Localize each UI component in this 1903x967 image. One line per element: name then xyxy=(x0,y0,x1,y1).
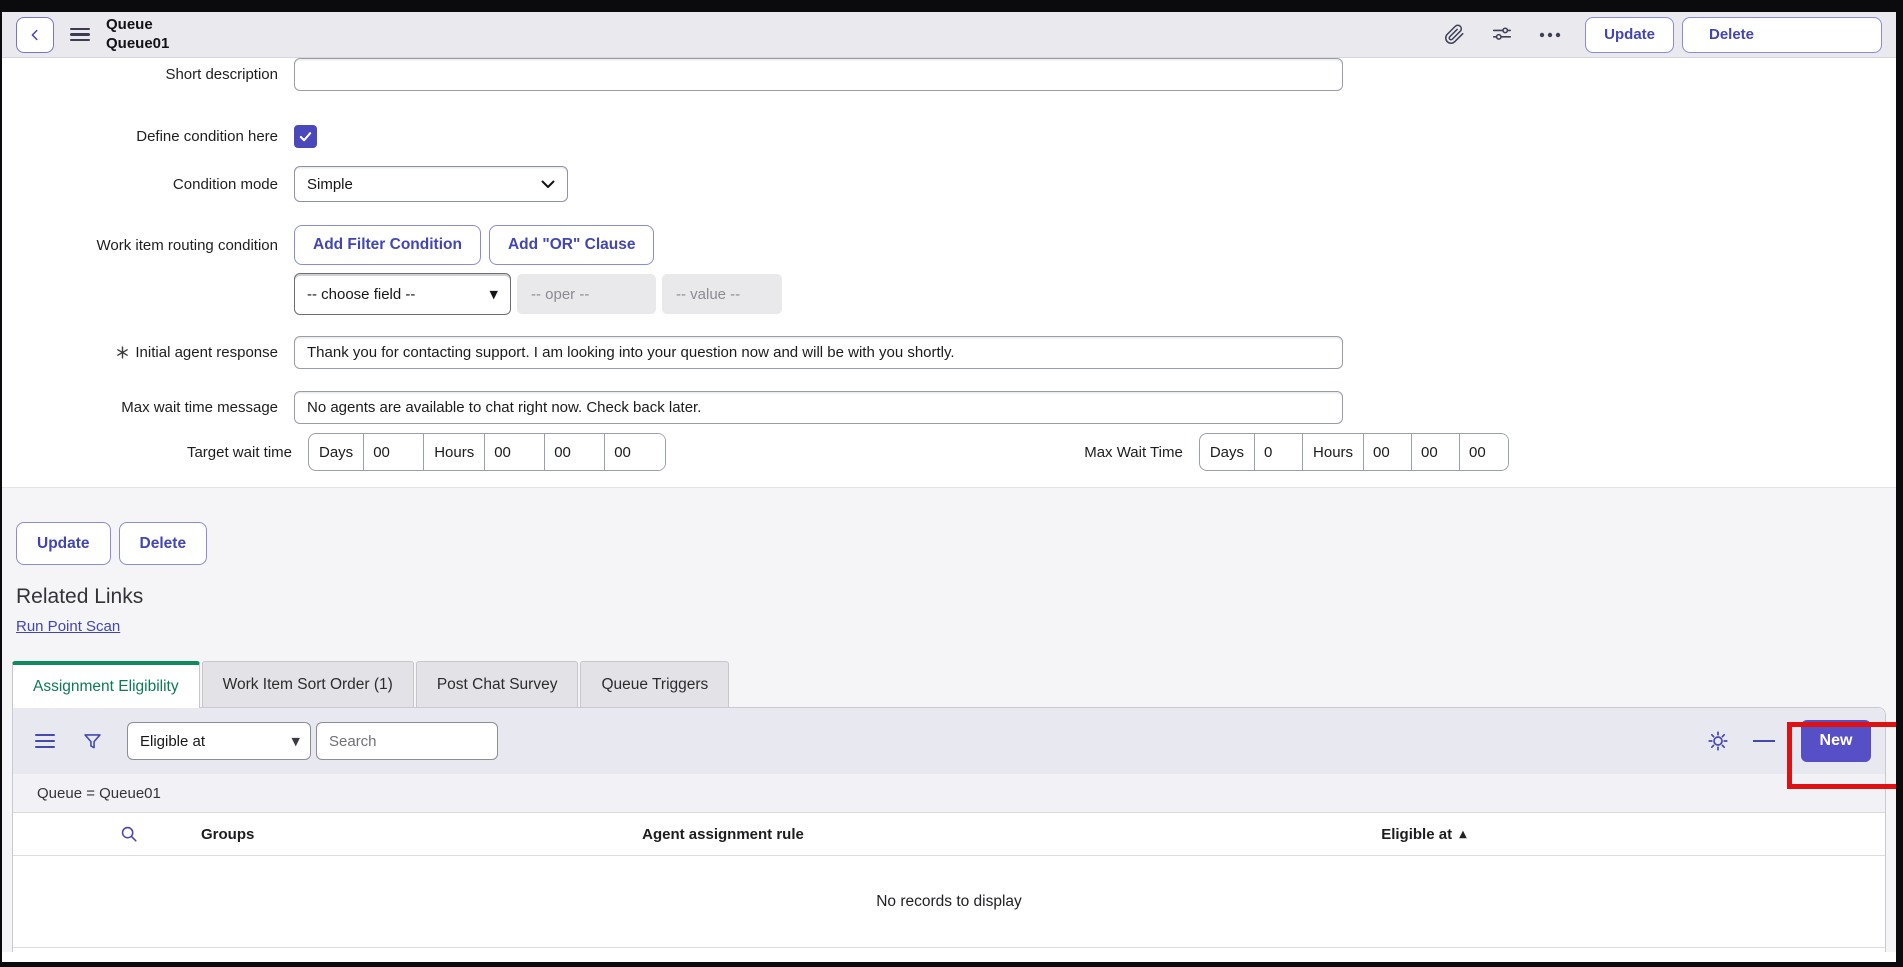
target-wait-time-label: Target wait time xyxy=(2,444,308,461)
queue-form: Short description Define condition here … xyxy=(2,58,1896,488)
add-filter-condition-button[interactable]: Add Filter Condition xyxy=(294,225,481,265)
max-wait-time-message-label: Max wait time message xyxy=(2,399,294,416)
initial-agent-response-label: Initial agent response xyxy=(2,344,294,361)
column-header-eligible-at[interactable]: Eligible at ▲ xyxy=(963,826,1885,843)
max-minutes-input[interactable] xyxy=(1412,434,1460,470)
condition-field-placeholder: -- choose field -- xyxy=(307,286,490,303)
caret-down-icon: ▼ xyxy=(292,735,300,748)
tab-work-item-sort-order[interactable]: Work Item Sort Order (1) xyxy=(202,661,414,707)
days-label: Days xyxy=(309,434,364,470)
max-wait-time-message-input[interactable] xyxy=(294,391,1343,424)
search-field-select[interactable]: Eligible at ▼ xyxy=(127,722,311,760)
routing-condition-label: Work item routing condition xyxy=(2,237,294,254)
required-asterisk-icon xyxy=(116,346,129,359)
attachment-icon[interactable] xyxy=(1441,22,1467,48)
related-list-card: Eligible at ▼ xyxy=(12,707,1886,952)
add-or-clause-button[interactable]: Add "OR" Clause xyxy=(489,225,655,265)
form-update-button[interactable]: Update xyxy=(16,522,111,565)
max-seconds-input[interactable] xyxy=(1460,434,1508,470)
list-search-input[interactable] xyxy=(316,722,498,760)
hours-label: Hours xyxy=(1303,434,1364,470)
hours-label: Hours xyxy=(424,434,485,470)
max-days-input[interactable] xyxy=(1255,434,1303,470)
define-condition-checkbox[interactable] xyxy=(294,125,317,148)
define-condition-label: Define condition here xyxy=(2,128,294,145)
target-seconds-input[interactable] xyxy=(605,434,665,470)
max-wait-time-field: Days Hours xyxy=(1199,433,1509,471)
tab-queue-triggers[interactable]: Queue Triggers xyxy=(580,661,729,707)
app-window: Queue Queue01 Update Delete Short descri… xyxy=(2,12,1896,962)
target-minutes-input[interactable] xyxy=(545,434,605,470)
back-button[interactable] xyxy=(16,17,54,53)
column-search-icon[interactable] xyxy=(119,824,139,844)
initial-agent-response-input[interactable] xyxy=(294,336,1343,369)
sort-ascending-icon: ▲ xyxy=(1459,829,1467,840)
target-hours-input[interactable] xyxy=(485,434,545,470)
collapse-list-icon[interactable] xyxy=(1753,740,1775,743)
chevron-left-icon xyxy=(28,28,42,42)
header-delete-button[interactable]: Delete xyxy=(1682,17,1882,53)
more-options-icon[interactable] xyxy=(1537,22,1563,48)
condition-oper-select: -- oper -- xyxy=(517,274,656,314)
checkmark-icon xyxy=(298,129,313,144)
record-name-label: Queue01 xyxy=(106,35,169,54)
column-header-agent-assignment-rule[interactable]: Agent assignment rule xyxy=(483,826,963,843)
condition-mode-label: Condition mode xyxy=(2,176,294,193)
condition-field-select[interactable]: -- choose field -- ▼ xyxy=(294,273,511,315)
gear-icon[interactable] xyxy=(1705,728,1731,754)
chevron-down-icon xyxy=(541,180,555,189)
related-list-tabs: Assignment Eligibility Work Item Sort Or… xyxy=(12,661,1896,707)
form-delete-button[interactable]: Delete xyxy=(119,522,208,565)
new-record-button[interactable]: New xyxy=(1801,720,1871,762)
record-type-label: Queue xyxy=(106,16,169,35)
personalize-form-icon[interactable] xyxy=(1489,22,1515,48)
form-footer-area: Update Delete Related Links Run Point Sc… xyxy=(2,488,1896,952)
max-hours-input[interactable] xyxy=(1364,434,1412,470)
record-header: Queue Queue01 Update Delete xyxy=(2,12,1896,58)
condition-mode-select[interactable]: Simple xyxy=(294,166,568,202)
related-links-heading: Related Links xyxy=(16,585,1896,609)
condition-value-input: -- value -- xyxy=(662,274,782,314)
column-header-groups[interactable]: Groups xyxy=(163,826,483,843)
caret-down-icon: ▼ xyxy=(490,288,498,301)
tab-post-chat-survey[interactable]: Post Chat Survey xyxy=(416,661,579,707)
list-menu-icon[interactable] xyxy=(35,734,55,749)
empty-list-message: No records to display xyxy=(13,856,1885,948)
list-header-row: Groups Agent assignment rule Eligible at… xyxy=(13,813,1885,856)
run-point-scan-link[interactable]: Run Point Scan xyxy=(16,618,120,635)
filter-icon[interactable] xyxy=(79,728,105,754)
condition-mode-value: Simple xyxy=(307,176,541,193)
record-title: Queue Queue01 xyxy=(106,16,169,54)
search-field-value: Eligible at xyxy=(140,733,292,750)
header-update-button[interactable]: Update xyxy=(1585,17,1674,53)
short-description-label: Short description xyxy=(2,66,294,83)
short-description-input[interactable] xyxy=(294,58,1343,91)
tab-assignment-eligibility[interactable]: Assignment Eligibility xyxy=(12,661,200,708)
list-breadcrumb[interactable]: Queue = Queue01 xyxy=(13,774,1885,813)
list-toolbar: Eligible at ▼ xyxy=(13,708,1885,774)
context-menu-icon[interactable] xyxy=(70,28,90,42)
days-label: Days xyxy=(1200,434,1255,470)
target-wait-time-field: Days Hours xyxy=(308,433,666,471)
max-wait-time-label: Max Wait Time xyxy=(1084,444,1199,461)
target-days-input[interactable] xyxy=(364,434,424,470)
